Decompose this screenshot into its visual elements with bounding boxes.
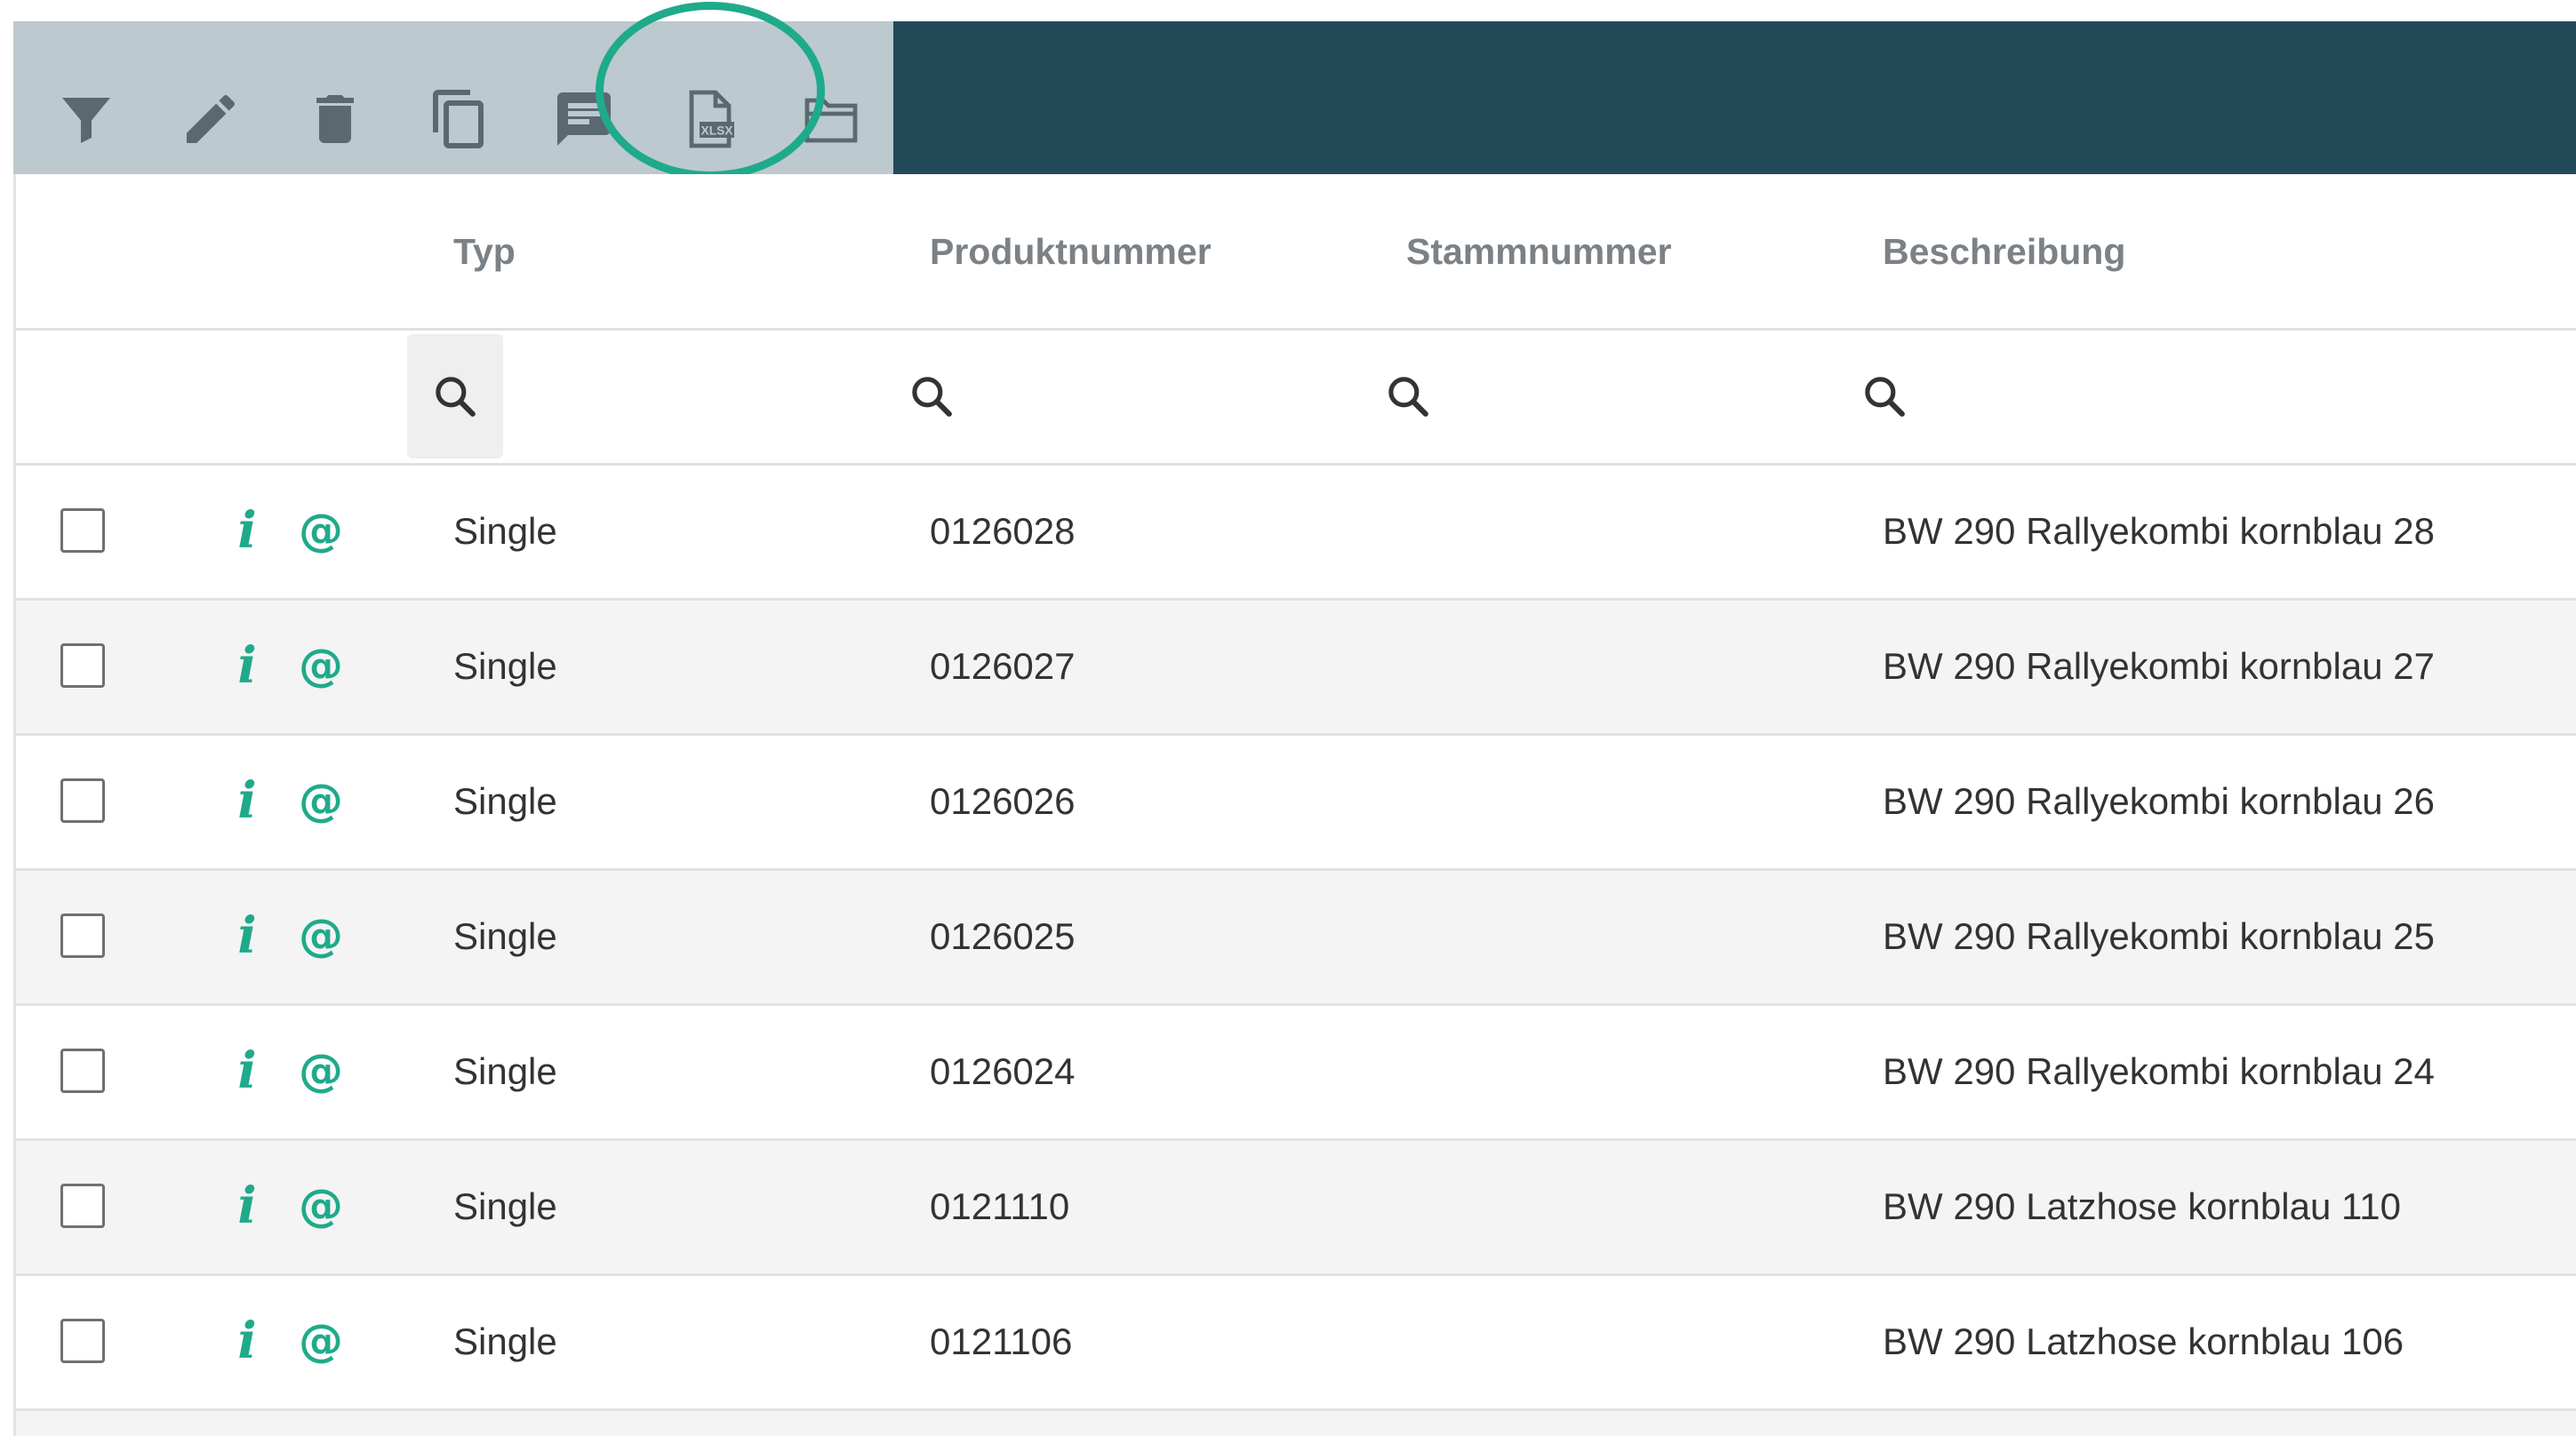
export-xlsx-button[interactable]: XLSX bbox=[659, 68, 762, 171]
filter-typ-button[interactable] bbox=[407, 334, 503, 459]
delete-button[interactable] bbox=[284, 68, 387, 171]
search-icon bbox=[1865, 377, 1905, 417]
edit-button[interactable] bbox=[159, 68, 262, 171]
copy-icon bbox=[433, 90, 484, 148]
row-checkbox[interactable] bbox=[60, 778, 105, 823]
cell-typ: Single bbox=[453, 780, 557, 822]
info-icon[interactable]: i bbox=[229, 1175, 265, 1237]
export-xlsx-icon: XLSX bbox=[689, 90, 734, 148]
cell-beschreibung: BW 290 Rallyekombi kornblau 28 bbox=[1883, 510, 2435, 552]
cell-produktnummer: 0126026 bbox=[930, 780, 1076, 822]
table-row[interactable]: i @ Single 0121110 BW 290 Latzhose kornb… bbox=[16, 1141, 2576, 1276]
top-app-bar bbox=[893, 21, 2576, 174]
info-icon[interactable]: i bbox=[229, 634, 265, 697]
row-checkbox[interactable] bbox=[60, 1049, 105, 1093]
table-row-partial bbox=[16, 1411, 2576, 1436]
cell-produktnummer: 0121106 bbox=[930, 1320, 1073, 1362]
cell-produktnummer: 0126027 bbox=[930, 645, 1076, 687]
cell-beschreibung: BW 290 Rallyekombi kornblau 24 bbox=[1883, 1050, 2435, 1092]
copy-button[interactable] bbox=[408, 68, 511, 171]
folder-button[interactable] bbox=[780, 68, 883, 171]
mail-at-icon[interactable]: @ bbox=[290, 499, 352, 562]
cell-produktnummer: 0126024 bbox=[930, 1050, 1076, 1092]
row-checkbox[interactable] bbox=[60, 1184, 105, 1228]
table-header: Typ Produktnummer Stammnummer Beschreibu… bbox=[16, 174, 2576, 331]
page: XLSX Typ Produktnummer Stammnummer Besch… bbox=[0, 0, 2576, 1436]
cell-beschreibung: BW 290 Rallyekombi kornblau 27 bbox=[1883, 645, 2435, 687]
column-header-produktnummer[interactable]: Produktnummer bbox=[930, 231, 1212, 273]
info-icon[interactable]: i bbox=[229, 905, 265, 967]
mail-at-icon[interactable]: @ bbox=[290, 1175, 352, 1237]
filter-stammnummer-button[interactable] bbox=[1360, 334, 1456, 459]
cell-beschreibung: BW 290 Rallyekombi kornblau 26 bbox=[1883, 780, 2435, 822]
mail-at-icon[interactable]: @ bbox=[290, 1310, 352, 1372]
toolbar: XLSX bbox=[13, 21, 893, 174]
comment-button[interactable] bbox=[532, 68, 636, 171]
filter-row bbox=[16, 331, 2576, 466]
table-row[interactable]: i @ Single 0126024 BW 290 Rallyekombi ko… bbox=[16, 1006, 2576, 1141]
cell-typ: Single bbox=[453, 915, 557, 957]
mail-at-icon[interactable]: @ bbox=[290, 770, 352, 832]
mail-at-icon[interactable]: @ bbox=[290, 634, 352, 697]
cell-beschreibung: BW 290 Latzhose kornblau 106 bbox=[1883, 1320, 2404, 1362]
info-icon[interactable]: i bbox=[229, 1040, 265, 1102]
product-table: Typ Produktnummer Stammnummer Beschreibu… bbox=[13, 174, 2576, 1436]
row-checkbox[interactable] bbox=[60, 1319, 105, 1363]
row-checkbox[interactable] bbox=[60, 643, 105, 688]
column-header-stammnummer[interactable]: Stammnummer bbox=[1406, 231, 1671, 273]
table-row[interactable]: i @ Single 0126027 BW 290 Rallyekombi ko… bbox=[16, 601, 2576, 736]
table-row[interactable]: i @ Single 0126028 BW 290 Rallyekombi ko… bbox=[16, 466, 2576, 601]
cell-typ: Single bbox=[453, 1320, 557, 1362]
row-checkbox[interactable] bbox=[60, 508, 105, 553]
xlsx-label: XLSX bbox=[701, 124, 734, 138]
mail-at-icon[interactable]: @ bbox=[290, 1040, 352, 1102]
cell-typ: Single bbox=[453, 510, 557, 552]
cell-produktnummer: 0126028 bbox=[930, 510, 1076, 552]
cell-typ: Single bbox=[453, 1050, 557, 1092]
cell-beschreibung: BW 290 Latzhose kornblau 110 bbox=[1883, 1185, 2401, 1227]
info-icon[interactable]: i bbox=[229, 1310, 265, 1372]
cell-typ: Single bbox=[453, 1185, 557, 1227]
row-checkbox[interactable] bbox=[60, 913, 105, 958]
cell-produktnummer: 0121110 bbox=[930, 1185, 1070, 1227]
filter-button[interactable] bbox=[35, 68, 138, 171]
search-icon bbox=[436, 377, 476, 417]
cell-typ: Single bbox=[453, 645, 557, 687]
column-header-beschreibung[interactable]: Beschreibung bbox=[1883, 231, 2125, 273]
search-icon bbox=[1388, 377, 1428, 417]
table-row[interactable]: i @ Single 0126025 BW 290 Rallyekombi ko… bbox=[16, 871, 2576, 1006]
search-icon bbox=[912, 377, 952, 417]
comment-icon bbox=[557, 92, 611, 146]
filter-produktnummer-button[interactable] bbox=[884, 334, 980, 459]
trash-icon bbox=[316, 95, 354, 143]
column-header-typ[interactable]: Typ bbox=[453, 231, 516, 273]
cell-beschreibung: BW 290 Rallyekombi kornblau 25 bbox=[1883, 915, 2435, 957]
filter-icon bbox=[62, 98, 110, 143]
table-row[interactable]: i @ Single 0126026 BW 290 Rallyekombi ko… bbox=[16, 736, 2576, 871]
filter-beschreibung-button[interactable] bbox=[1836, 334, 1932, 459]
mail-at-icon[interactable]: @ bbox=[290, 905, 352, 967]
table-row[interactable]: i @ Single 0121106 BW 290 Latzhose kornb… bbox=[16, 1276, 2576, 1411]
folder-icon bbox=[804, 98, 858, 143]
info-icon[interactable]: i bbox=[229, 499, 265, 562]
info-icon[interactable]: i bbox=[229, 770, 265, 832]
cell-produktnummer: 0126025 bbox=[930, 915, 1076, 957]
pencil-icon bbox=[187, 94, 236, 143]
